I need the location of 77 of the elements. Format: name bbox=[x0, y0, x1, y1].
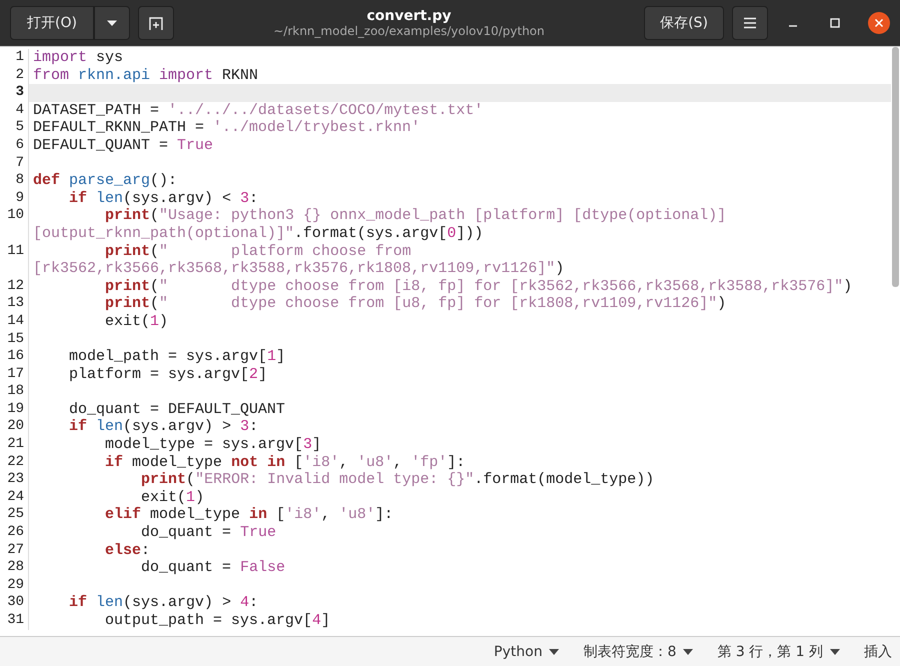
code-line: DATASET_PATH = '../../../datasets/COCO/mytest.txt' bbox=[33, 102, 484, 119]
open-menu-button[interactable] bbox=[94, 6, 130, 40]
line-number: 20 bbox=[7, 418, 24, 434]
code-line: print(" dtype choose from [u8, fp] for [rk1808,rv1109,rv1126]") bbox=[104, 295, 726, 312]
code-line: import sys bbox=[33, 49, 124, 66]
line-number: 6 bbox=[16, 136, 24, 153]
caret-icon bbox=[830, 648, 840, 654]
scrollbar[interactable] bbox=[892, 47, 899, 287]
window-title: convert.py bbox=[366, 8, 452, 24]
line-number: 21 bbox=[7, 436, 24, 452]
line-number: 5 bbox=[16, 119, 24, 136]
code-line: exit(1) bbox=[140, 488, 204, 506]
code-line: elif model_type in ['i8', 'u8']: bbox=[104, 506, 394, 524]
line-number: 28 bbox=[7, 559, 24, 576]
code-line: do_quant = False bbox=[140, 559, 286, 576]
line-number: 11 bbox=[7, 242, 24, 259]
line-number: 24 bbox=[7, 488, 24, 505]
line-number: 22 bbox=[7, 454, 24, 470]
code-line: exit(1) bbox=[104, 312, 168, 330]
line-number: 29 bbox=[7, 576, 24, 593]
maximize-icon[interactable] bbox=[828, 16, 842, 30]
line-number: 31 bbox=[7, 612, 24, 628]
line-number: 10 bbox=[7, 207, 24, 224]
line-number: 13 bbox=[7, 295, 24, 312]
line-number: 25 bbox=[7, 506, 24, 522]
code-line: do_quant = True bbox=[140, 524, 276, 542]
caret-icon bbox=[549, 648, 560, 654]
code-line: DEFAULT_QUANT = True bbox=[33, 136, 214, 154]
code-line: print(" dtype choose from [i8, fp] for [rk3562,rk3566,rk3568,rk3588,rk3576]") bbox=[104, 278, 852, 295]
line-number: 19 bbox=[7, 400, 24, 417]
code-line: print("Usage: python3 {} onnx_model_path [platform] [dtype(optional)] [output_rknn_path(optional)]".format(sys.argv[0])) bbox=[33, 207, 728, 242]
new-tab-button[interactable] bbox=[138, 6, 174, 40]
code-line: from rknn.api import RKNN bbox=[33, 66, 258, 84]
line-number: 15 bbox=[7, 330, 24, 346]
line-number: 26 bbox=[7, 524, 24, 540]
line-number: 18 bbox=[7, 383, 24, 400]
code-line: output_path = sys.argv[4] bbox=[104, 612, 330, 629]
code-line: print(" platform choose from [rk3562,rk3566,rk3568,rk3588,rk3576,rk1808,rv1109,rv1126]") bbox=[33, 242, 564, 278]
line-number: 17 bbox=[7, 366, 24, 382]
code-line: model_path = sys.argv[1] bbox=[68, 348, 286, 366]
file-path: ~/rknn_model_zoo/examples/yolov10/python bbox=[272, 24, 546, 38]
menu-button[interactable] bbox=[732, 6, 768, 40]
code-line: platform = sys.argv[2] bbox=[68, 366, 268, 383]
line-number: 9 bbox=[16, 190, 24, 206]
menu-icon bbox=[743, 17, 757, 29]
code-line: DEFAULT_RKNN_PATH = '../model/trybest.rknn' bbox=[33, 119, 420, 136]
code-line: if len(sys.argv) > 3: bbox=[68, 418, 258, 436]
line-number: 8 bbox=[16, 172, 24, 188]
line-number: 2 bbox=[16, 66, 24, 83]
line-number: 1 bbox=[16, 49, 24, 65]
code-line: do_quant = DEFAULT_QUANT bbox=[68, 400, 286, 418]
tab-width-dropdown[interactable]: 制表符宽度：8 bbox=[583, 642, 694, 660]
line-number: 12 bbox=[7, 278, 24, 294]
line-number: 16 bbox=[7, 348, 24, 364]
caret-icon bbox=[106, 19, 118, 27]
insert-mode: 插入 bbox=[864, 642, 892, 660]
line-number: 4 bbox=[16, 102, 24, 118]
code-line: print("ERROR: Invalid model type: {}".format(model_type)) bbox=[140, 471, 654, 488]
caret-icon bbox=[683, 648, 694, 654]
line-number: 7 bbox=[16, 154, 24, 171]
line-number: 23 bbox=[7, 471, 24, 488]
line-number: 14 bbox=[7, 312, 24, 329]
new-tab-icon bbox=[148, 15, 164, 31]
code-line: if len(sys.argv) > 4: bbox=[68, 594, 258, 612]
language-dropdown[interactable]: Python bbox=[494, 644, 560, 660]
line-number: 27 bbox=[7, 542, 24, 558]
line-number: 3 bbox=[16, 84, 24, 100]
code-line: model_type = sys.argv[3] bbox=[104, 436, 322, 454]
code-line: else: bbox=[104, 542, 150, 559]
cursor-position-dropdown[interactable]: 第 3 行，第 1 列 bbox=[717, 642, 840, 660]
close-icon[interactable] bbox=[868, 12, 890, 34]
code-line: if model_type not in ['i8', 'u8', 'fp']: bbox=[104, 454, 466, 471]
code-line: def parse_arg(): bbox=[33, 172, 178, 190]
code-line: if len(sys.argv) < 3: bbox=[68, 190, 258, 207]
open-button[interactable]: 打开(O) bbox=[10, 6, 94, 40]
line-number: 30 bbox=[7, 594, 24, 610]
save-button[interactable]: 保存(S) bbox=[644, 6, 724, 40]
